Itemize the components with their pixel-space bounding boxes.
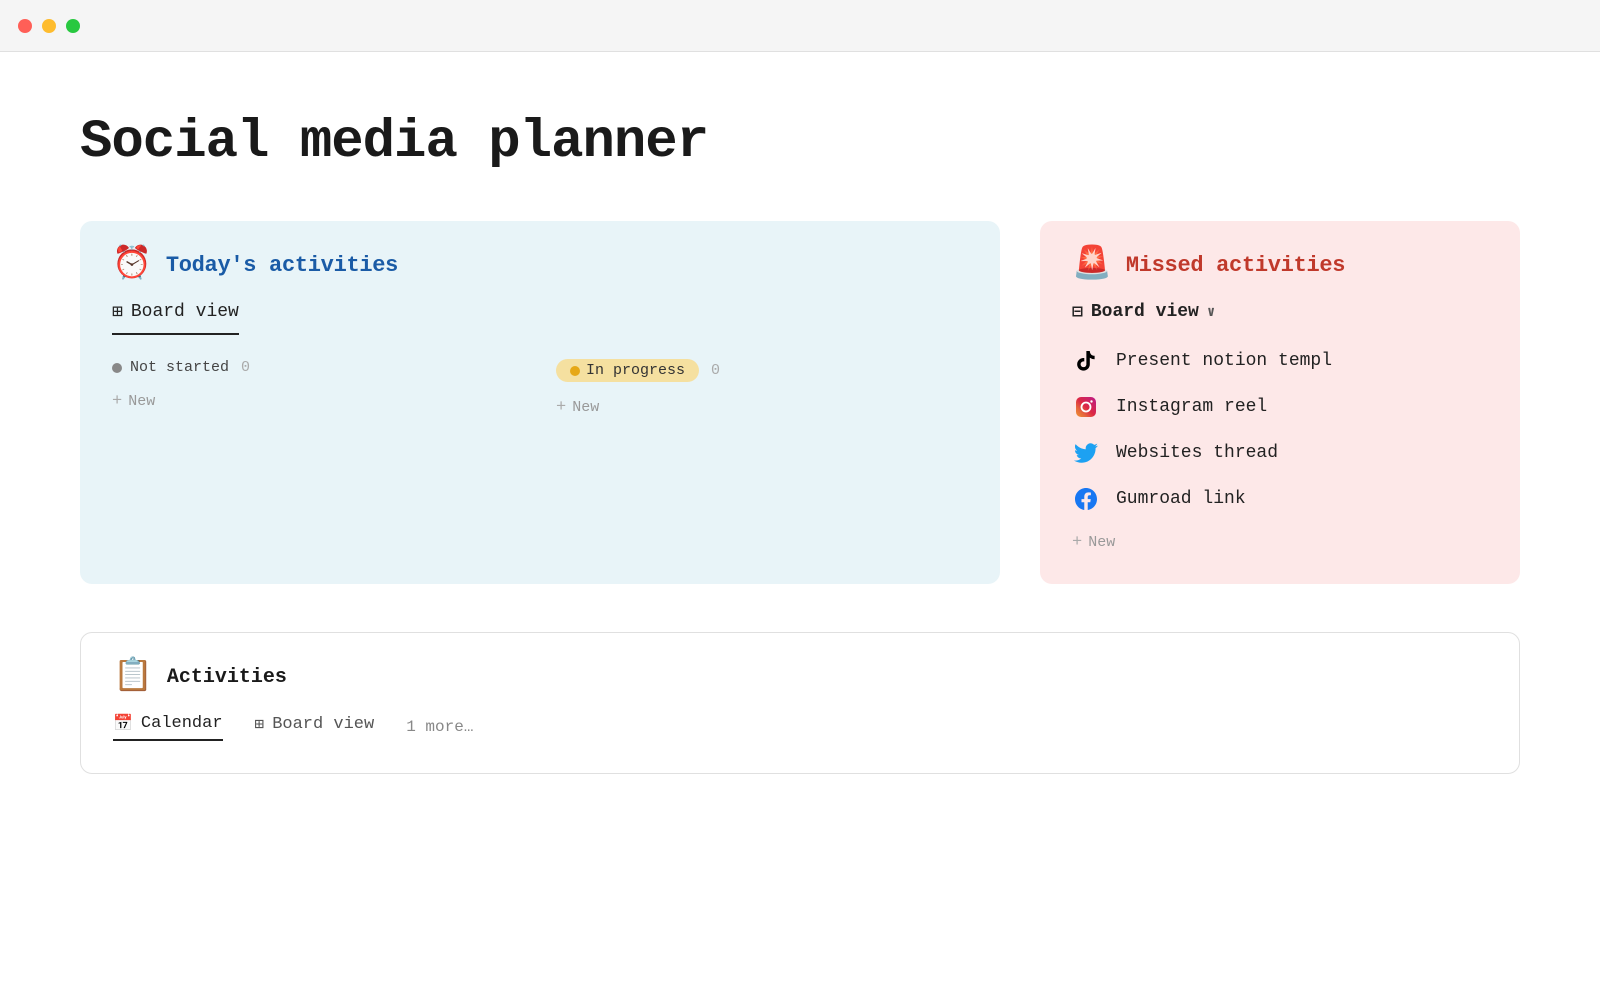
- in-progress-text: In progress: [586, 362, 685, 379]
- instagram-icon: [1072, 393, 1100, 421]
- cards-row: ⏰ Today's activities ⊞ Board view Not st…: [80, 221, 1520, 584]
- twitter-icon: [1072, 439, 1100, 467]
- not-started-dot: [112, 363, 122, 373]
- plus-icon-3: +: [1072, 533, 1082, 552]
- list-item[interactable]: Present notion templ: [1072, 347, 1488, 375]
- activity-list: Present notion templ: [1072, 347, 1488, 513]
- activities-section-title: Activities: [167, 666, 287, 689]
- more-tabs[interactable]: 1 more…: [406, 718, 473, 736]
- today-icon: ⏰: [112, 249, 152, 281]
- facebook-item-label: Gumroad link: [1116, 489, 1246, 509]
- today-board-view-tab[interactable]: ⊞ Board view: [112, 301, 239, 325]
- titlebar: [0, 0, 1600, 52]
- list-item[interactable]: Instagram reel: [1072, 393, 1488, 421]
- missed-card-header: 🚨 Missed activities: [1072, 249, 1488, 281]
- today-card-title: Today's activities: [166, 253, 398, 278]
- board-view-tab[interactable]: ⊞ Board view: [255, 714, 375, 740]
- in-progress-badge: In progress: [556, 359, 699, 382]
- today-board-view-label: Board view: [131, 302, 239, 322]
- not-started-text: Not started: [130, 359, 229, 376]
- not-started-label: Not started 0: [112, 359, 524, 376]
- activities-section: 📋 Activities 📅 Calendar ⊞ Board view 1 m…: [80, 632, 1520, 774]
- in-progress-label: In progress 0: [556, 359, 968, 382]
- plus-icon-2: +: [556, 398, 566, 417]
- today-card-header: ⏰ Today's activities: [112, 249, 968, 281]
- not-started-count: 0: [241, 359, 250, 376]
- not-started-new-label: New: [128, 393, 155, 410]
- tiktok-icon: [1072, 347, 1100, 375]
- calendar-icon: 📅: [113, 713, 133, 733]
- in-progress-dot: [570, 366, 580, 376]
- board-view-tab-label: Board view: [272, 715, 374, 734]
- kanban-row: Not started 0 + New In progress: [112, 359, 968, 417]
- missed-board-view-tab[interactable]: ⊟ Board view ∨: [1072, 301, 1488, 323]
- in-progress-count: 0: [711, 362, 720, 379]
- twitter-item-label: Websites thread: [1116, 443, 1278, 463]
- missed-board-view-label: Board view: [1091, 302, 1199, 322]
- list-item[interactable]: Gumroad link: [1072, 485, 1488, 513]
- missed-new-label: New: [1088, 534, 1115, 551]
- not-started-column: Not started 0 + New: [112, 359, 524, 417]
- missed-card-title: Missed activities: [1126, 253, 1345, 278]
- page-title: Social media planner: [80, 112, 1520, 173]
- main-content: Social media planner ⏰ Today's activitie…: [0, 52, 1600, 814]
- today-activities-card: ⏰ Today's activities ⊞ Board view Not st…: [80, 221, 1000, 584]
- minimize-button[interactable]: [42, 19, 56, 33]
- board-view-tab-icon: ⊞: [255, 714, 265, 734]
- activities-tabs: 📅 Calendar ⊞ Board view 1 more…: [113, 713, 1487, 741]
- plus-icon-1: +: [112, 392, 122, 411]
- maximize-button[interactable]: [66, 19, 80, 33]
- activities-section-header: 📋 Activities: [113, 661, 1487, 693]
- missed-activities-card: 🚨 Missed activities ⊟ Board view ∨ Prese…: [1040, 221, 1520, 584]
- missed-board-icon: ⊟: [1072, 301, 1083, 323]
- not-started-new-button[interactable]: + New: [112, 392, 524, 411]
- board-view-icon: ⊞: [112, 301, 123, 323]
- instagram-item-label: Instagram reel: [1116, 397, 1267, 417]
- missed-new-button[interactable]: + New: [1072, 533, 1488, 552]
- in-progress-new-button[interactable]: + New: [556, 398, 968, 417]
- today-view-tab-row[interactable]: ⊞ Board view: [112, 301, 239, 335]
- calendar-tab-label: Calendar: [141, 714, 223, 733]
- list-item[interactable]: Websites thread: [1072, 439, 1488, 467]
- calendar-tab[interactable]: 📅 Calendar: [113, 713, 223, 741]
- activities-icon: 📋: [113, 661, 153, 693]
- close-button[interactable]: [18, 19, 32, 33]
- chevron-down-icon: ∨: [1207, 304, 1215, 321]
- facebook-icon: [1072, 485, 1100, 513]
- missed-icon: 🚨: [1072, 249, 1112, 281]
- in-progress-new-label: New: [572, 399, 599, 416]
- tiktok-item-label: Present notion templ: [1116, 351, 1332, 371]
- in-progress-column: In progress 0 + New: [556, 359, 968, 417]
